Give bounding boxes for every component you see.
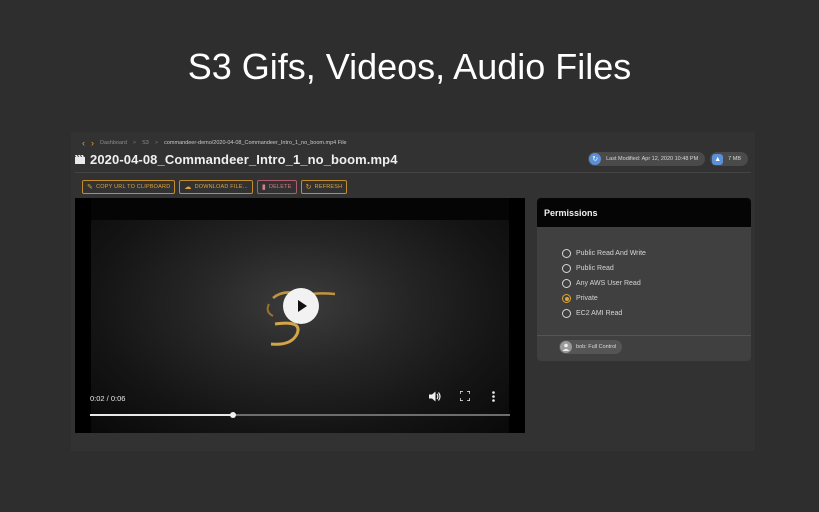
person-icon [560,341,572,353]
refresh-label: REFRESH [314,184,343,190]
seek-handle[interactable] [229,412,236,418]
refresh-icon: ↻ [305,183,312,191]
radio-button[interactable] [562,294,571,303]
permissions-options: Public Read And Write Public Read Any AWS … [562,246,646,321]
back-chevron-icon[interactable]: ‹ [82,138,85,148]
radio-button[interactable] [562,249,571,258]
cloud-download-icon: ☁ [184,183,192,191]
delete-button[interactable]: ▮ DELETE [256,180,297,194]
last-modified-chip: ↻ Last Modified: Apr 12, 2020 10:48 PM [588,152,706,166]
history-icon: ↻ [589,153,602,165]
permission-option[interactable]: Private [562,291,646,306]
trash-icon: ▮ [261,183,266,191]
radio-button[interactable] [562,309,571,318]
permission-option-label: EC2 AMI Read [576,310,623,317]
permissions-divider [537,335,751,336]
app-window: ‹ › Dashboard > S3 > commandeer-demo/202… [71,132,755,451]
download-label: DOWNLOAD FILE... [194,184,248,190]
breadcrumb-current: commandeer-demo/2020-04-08_Commandeer_In… [164,140,347,146]
breadcrumb-s3[interactable]: S3 [142,140,149,146]
refresh-button[interactable]: ↻ REFRESH [300,180,348,194]
volume-icon[interactable] [429,391,441,405]
permissions-panel: Permissions Public Read And Write Public … [537,198,751,361]
fullscreen-icon[interactable] [459,390,471,404]
breadcrumb-dashboard[interactable]: Dashboard [100,140,127,146]
seek-progress [90,414,233,416]
more-options-icon[interactable] [492,391,495,405]
file-title: 2020-04-08_Commandeer_Intro_1_no_boom.mp… [90,151,398,167]
permissions-title: Permissions [537,198,751,227]
breadcrumb-separator: > [154,140,159,146]
video-letterbox [91,198,509,220]
delete-label: DELETE [268,184,292,190]
permission-option-label: Private [576,295,598,302]
toolbar: ✎ COPY URL TO CLIPBOARD ☁ DOWNLOAD FILE.… [82,180,348,194]
pencil-icon: ✎ [87,183,94,191]
radio-button[interactable] [562,264,571,273]
header-divider [75,172,751,173]
owner-text: bob: Full Control [576,344,617,350]
file-size-text: 7 MB [728,156,741,162]
permission-option-label: Public Read And Write [576,250,646,257]
time-display: 0:02 / 0:06 [90,394,126,403]
play-icon [298,300,307,312]
slide-title: S3 Gifs, Videos, Audio Files [187,46,632,87]
permission-option[interactable]: EC2 AMI Read [562,306,646,321]
copy-url-button[interactable]: ✎ COPY URL TO CLIPBOARD [82,180,176,194]
video-player[interactable]: 0:02 / 0:06 [75,198,525,433]
video-file-icon [75,154,85,164]
permission-option[interactable]: Any AWS User Read [562,276,646,291]
breadcrumb-separator: > [132,140,137,146]
permission-option-label: Public Read [576,265,614,272]
download-file-button[interactable]: ☁ DOWNLOAD FILE... [179,180,253,194]
permission-option[interactable]: Public Read [562,261,646,276]
last-modified-text: Last Modified: Apr 12, 2020 10:48 PM [606,156,699,162]
seek-bar[interactable] [90,412,510,418]
play-button[interactable] [283,288,319,324]
owner-chip[interactable]: bob: Full Control [559,340,623,354]
file-meta: ↻ Last Modified: Apr 12, 2020 10:48 PM ▲… [588,152,748,166]
forward-chevron-icon[interactable]: › [91,138,94,148]
permission-option[interactable]: Public Read And Write [562,246,646,261]
file-header: 2020-04-08_Commandeer_Intro_1_no_boom.mp… [75,150,398,168]
breadcrumb: ‹ › Dashboard > S3 > commandeer-demo/202… [82,137,347,149]
file-size-chip: ▲ 7 MB [710,152,748,166]
copy-url-label: COPY URL TO CLIPBOARD [96,184,171,190]
permission-option-label: Any AWS User Read [576,280,641,287]
radio-button[interactable] [562,279,571,288]
image-icon: ▲ [712,153,724,165]
